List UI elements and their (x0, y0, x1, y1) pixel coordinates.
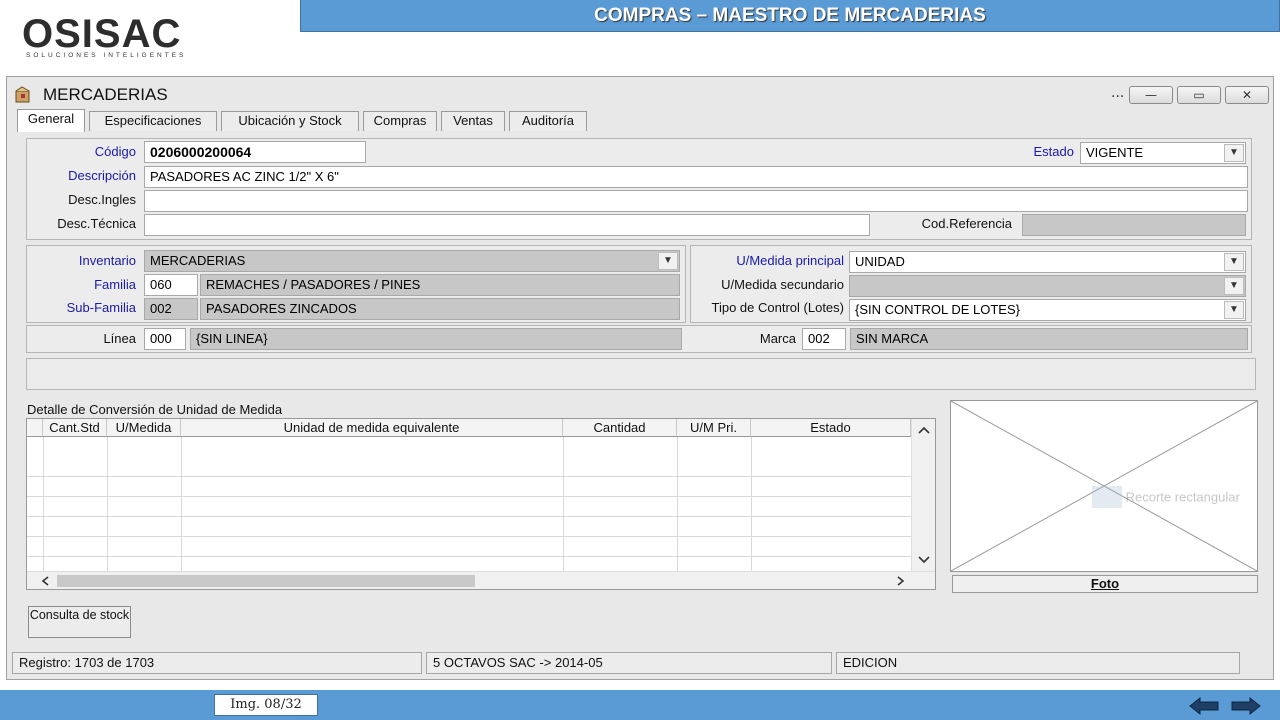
inventario-select[interactable]: MERCADERIAS ▼ (144, 250, 680, 272)
tab-compras[interactable]: Compras (363, 111, 437, 131)
um-secundario-select[interactable]: ▼ (849, 275, 1246, 297)
column-header-estado[interactable]: Estado (751, 419, 911, 437)
linea-desc-field: {SIN LINEA} (190, 328, 682, 350)
chevron-up-icon[interactable] (918, 425, 930, 435)
table-row[interactable] (27, 477, 911, 497)
logo-text: OSISAC (22, 12, 182, 56)
estado-value: VIGENTE (1086, 145, 1144, 160)
column-header-cantidad[interactable]: Cantidad (563, 419, 677, 437)
marca-desc-field: SIN MARCA (850, 328, 1248, 350)
slide-footer (0, 690, 1280, 720)
desc-ingles-field[interactable] (144, 190, 1248, 212)
cod-referencia-field[interactable] (1022, 214, 1246, 236)
scissors-icon (1092, 486, 1122, 508)
tab-especificaciones[interactable]: Especificaciones (89, 111, 217, 131)
codigo-label: Código (94, 144, 136, 159)
company-logo: OSISAC SOLUCIONES INTELIGENTES (22, 14, 222, 62)
horizontal-scrollbar[interactable] (27, 571, 935, 589)
um-secundario-label: U/Medida secundario (721, 277, 844, 292)
linea-code-field[interactable]: 000 (144, 328, 186, 350)
vertical-scrollbar[interactable] (911, 419, 935, 571)
status-empresa: 5 OCTAVOS SAC -> 2014-05 (426, 652, 832, 674)
linea-label: Línea (103, 331, 136, 346)
status-registro: Registro: 1703 de 1703 (12, 652, 422, 674)
desc-ingles-label: Desc.Ingles (68, 192, 136, 207)
um-principal-select[interactable]: UNIDAD ▼ (849, 251, 1246, 273)
window-titlebar: MERCADERIAS (13, 83, 713, 109)
arrow-left-icon[interactable] (1188, 697, 1220, 715)
chevron-down-icon[interactable]: ▼ (1224, 277, 1244, 295)
cod-referencia-label: Cod.Referencia (921, 216, 1012, 231)
foto-button[interactable]: Foto (952, 575, 1258, 593)
table-row[interactable] (27, 537, 911, 557)
row-header-corner (27, 419, 43, 437)
inventario-value: MERCADERIAS (150, 253, 246, 268)
um-principal-label: U/Medida principal (736, 253, 844, 268)
status-modo: EDICION (836, 652, 1240, 674)
familia-code-field[interactable]: 060 (144, 274, 198, 296)
subfamilia-code-field[interactable]: 002 (144, 298, 198, 320)
window-menu-dots[interactable]: ... (1111, 85, 1124, 101)
tipo-control-select[interactable]: {SIN CONTROL DE LOTES} ▼ (849, 299, 1246, 321)
tab-ventas[interactable]: Ventas (441, 111, 505, 131)
logo-subtitle: SOLUCIONES INTELIGENTES (26, 52, 187, 59)
codigo-field[interactable]: 0206000200064 (144, 141, 366, 163)
familia-desc-field: REMACHES / PASADORES / PINES (200, 274, 680, 296)
consulta-stock-button[interactable]: Consulta de stock (28, 606, 131, 638)
chevron-right-icon[interactable] (895, 576, 905, 586)
estado-label: Estado (1033, 144, 1074, 159)
column-header-um-pri[interactable]: U/M Pri. (677, 419, 751, 437)
conversion-grid[interactable]: Cant.Std U/Medida Unidad de medida equiv… (26, 418, 936, 590)
familia-label: Familia (94, 277, 136, 292)
chevron-down-icon[interactable]: ▼ (1224, 301, 1244, 319)
marca-code-field[interactable]: 002 (802, 328, 846, 350)
minimize-button[interactable]: — (1129, 86, 1173, 104)
scrollbar-thumb[interactable] (57, 575, 475, 587)
column-header-u-medida[interactable]: U/Medida (107, 419, 181, 437)
inventario-label: Inventario (78, 253, 136, 268)
status-bar: Registro: 1703 de 1703 5 OCTAVOS SAC -> … (12, 652, 1268, 676)
descripcion-field[interactable]: PASADORES AC ZINC 1/2" X 6" (144, 166, 1248, 188)
column-header-unidad-equivalente[interactable]: Unidad de medida equivalente (181, 419, 563, 437)
package-icon (15, 86, 30, 103)
slide-title: COMPRAS – MAESTRO DE MERCADERIAS (300, 0, 1280, 32)
marca-label: Marca (759, 331, 796, 346)
table-row[interactable] (27, 517, 911, 537)
subfamilia-label: Sub-Familia (66, 300, 136, 315)
window-title: MERCADERIAS (43, 85, 168, 104)
um-principal-value: UNIDAD (855, 254, 905, 269)
table-row[interactable] (27, 457, 911, 477)
chevron-down-icon[interactable]: ▼ (1224, 144, 1244, 162)
conversion-grid-title: Detalle de Conversión de Unidad de Medid… (27, 402, 283, 417)
chevron-down-icon[interactable]: ▼ (658, 252, 678, 270)
tipo-control-value: {SIN CONTROL DE LOTES} (855, 302, 1020, 317)
tab-auditoria[interactable]: Auditoría (509, 111, 587, 131)
estado-select[interactable]: VIGENTE ▼ (1080, 142, 1246, 164)
snip-tool-ghost: Recorte rectangular (1092, 486, 1280, 514)
desc-tecnica-field[interactable] (144, 214, 870, 236)
close-button[interactable]: ✕ (1225, 86, 1269, 104)
table-row[interactable] (27, 497, 911, 517)
snip-ghost-label: Recorte rectangular (1125, 489, 1240, 505)
slide: OSISAC SOLUCIONES INTELIGENTES COMPRAS –… (0, 0, 1280, 720)
chevron-down-icon[interactable] (918, 555, 930, 565)
empty-panel (26, 358, 1256, 390)
desc-tecnica-label: Desc.Técnica (57, 216, 136, 231)
column-header-cant-std[interactable]: Cant.Std (43, 419, 107, 437)
chevron-down-icon[interactable]: ▼ (1224, 253, 1244, 271)
tipo-control-label: Tipo de Control (Lotes) (711, 300, 844, 315)
tab-general[interactable]: General (17, 109, 85, 132)
descripcion-label: Descripción (68, 168, 136, 183)
tab-ubicacion-stock[interactable]: Ubicación y Stock (221, 111, 359, 131)
subfamilia-desc-field: PASADORES ZINCADOS (200, 298, 680, 320)
chevron-left-icon[interactable] (41, 576, 51, 586)
arrow-right-icon[interactable] (1230, 697, 1262, 715)
maximize-button[interactable]: ▭ (1177, 86, 1221, 104)
image-counter: Img. 08/32 (214, 694, 318, 716)
